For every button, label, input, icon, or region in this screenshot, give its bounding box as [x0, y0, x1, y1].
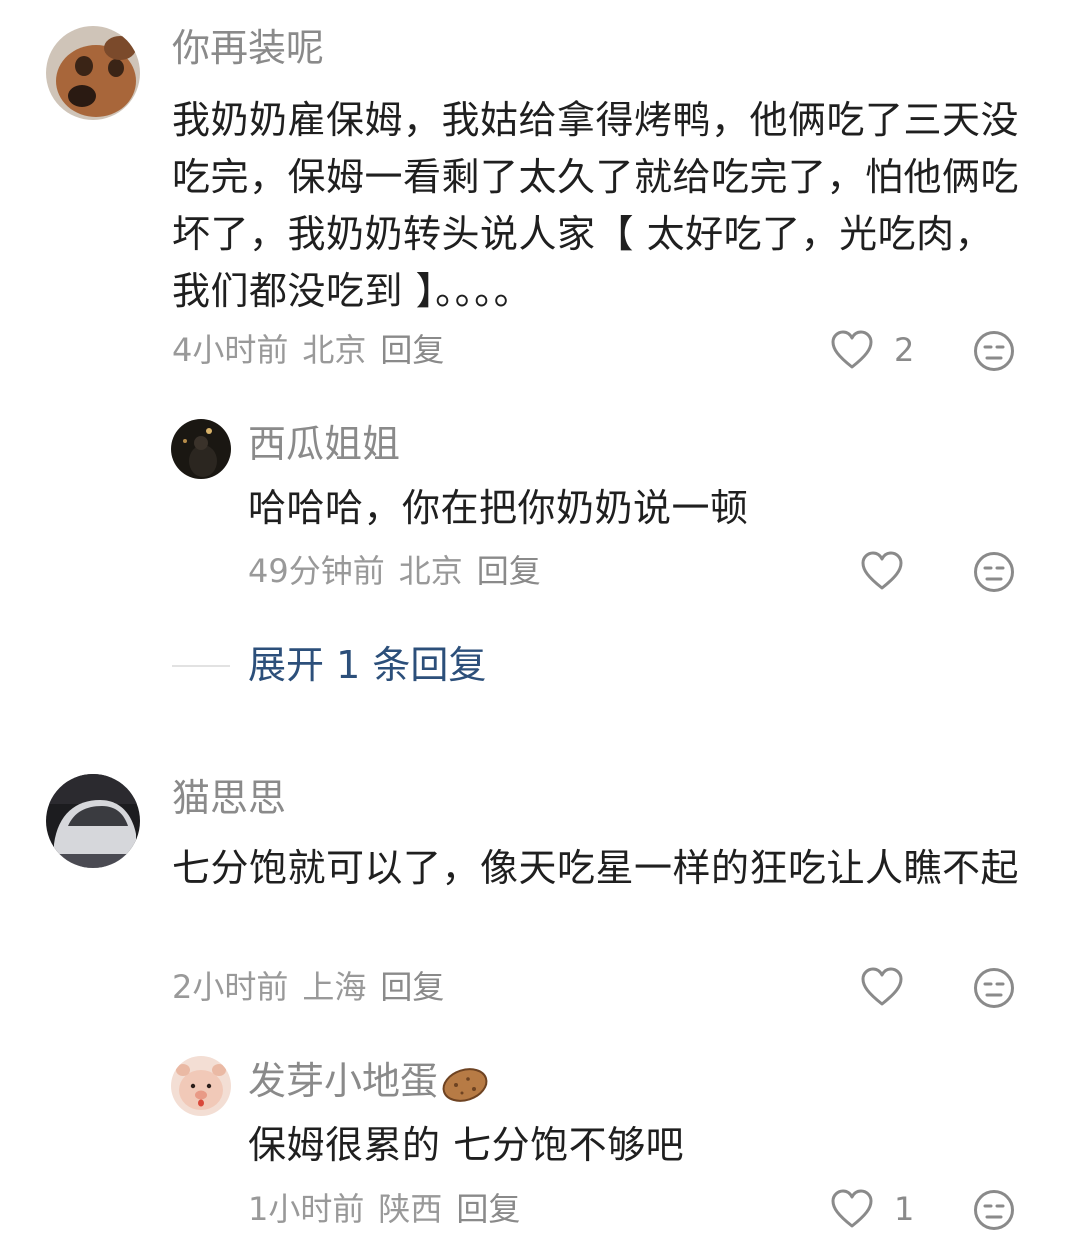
timestamp: 4小时前 [172, 331, 289, 369]
like-count: 1 [894, 1190, 915, 1228]
username[interactable]: 你再装呢 [172, 24, 324, 72]
dog-avatar-icon [46, 26, 140, 120]
dislike-button[interactable] [973, 330, 1015, 372]
location: 北京 [398, 552, 463, 590]
like-button[interactable]: 1 [830, 1189, 914, 1229]
meh-face-icon [974, 552, 1014, 592]
username[interactable]: 发芽小地蛋 [248, 1057, 490, 1105]
avatar[interactable] [46, 26, 140, 120]
like-button[interactable] [860, 967, 904, 1007]
meh-face-icon [974, 1190, 1014, 1230]
timestamp: 1小时前 [248, 1190, 365, 1228]
username[interactable]: 猫思思 [172, 774, 286, 822]
comment-text: 七分饱就可以了，像天吃星一样的狂吃让人瞧不起 [172, 846, 1020, 890]
dislike-button[interactable] [973, 967, 1015, 1009]
meh-face-icon [974, 331, 1014, 371]
potato-emoji-icon [442, 1067, 488, 1102]
heart-icon [831, 1189, 873, 1228]
meh-face-icon [974, 968, 1014, 1008]
location: 上海 [302, 968, 367, 1006]
avatar[interactable] [171, 419, 231, 479]
pig-plush-avatar-icon [171, 1056, 231, 1116]
like-count: 2 [894, 331, 915, 369]
timestamp: 49分钟前 [248, 552, 385, 590]
expand-replies-button[interactable]: 展开 1 条回复 [248, 641, 486, 689]
reply-button[interactable]: 回复 [380, 968, 444, 1006]
comment-text: 我奶奶雇保姆，我姑给拿得烤鸭，他俩吃了三天没吃完，保姆一看剩了太久了就给吃完了，… [172, 98, 1020, 313]
dislike-button[interactable] [973, 551, 1015, 593]
avatar[interactable] [171, 1056, 231, 1116]
like-button[interactable] [860, 551, 904, 591]
location: 陕西 [378, 1190, 443, 1228]
location: 北京 [302, 331, 367, 369]
heart-icon [861, 967, 903, 1006]
heart-icon [831, 330, 873, 369]
heart-icon [861, 551, 903, 590]
expand-divider [172, 665, 230, 667]
dislike-button[interactable] [973, 1189, 1015, 1231]
reply-button[interactable]: 回复 [456, 1190, 520, 1228]
comment-meta: 4小时前 北京 回复 [172, 330, 444, 370]
reply-button[interactable]: 回复 [477, 552, 541, 590]
reply-text: 哈哈哈，你在把你奶奶说一顿 [248, 486, 749, 530]
reply-button[interactable]: 回复 [380, 331, 444, 369]
username-text: 发芽小地蛋 [248, 1059, 439, 1103]
comment-meta: 2小时前 上海 回复 [172, 967, 444, 1007]
reply-meta: 1小时前 陕西 回复 [248, 1189, 520, 1229]
username[interactable]: 西瓜姐姐 [248, 420, 400, 468]
car-photo-avatar-icon [46, 774, 140, 868]
night-photo-avatar-icon [171, 419, 231, 479]
reply-meta: 49分钟前 北京 回复 [248, 551, 541, 591]
avatar[interactable] [46, 774, 140, 868]
like-button[interactable]: 2 [830, 330, 914, 370]
reply-text: 保姆很累的 七分饱不够吧 [248, 1123, 685, 1167]
timestamp: 2小时前 [172, 968, 289, 1006]
